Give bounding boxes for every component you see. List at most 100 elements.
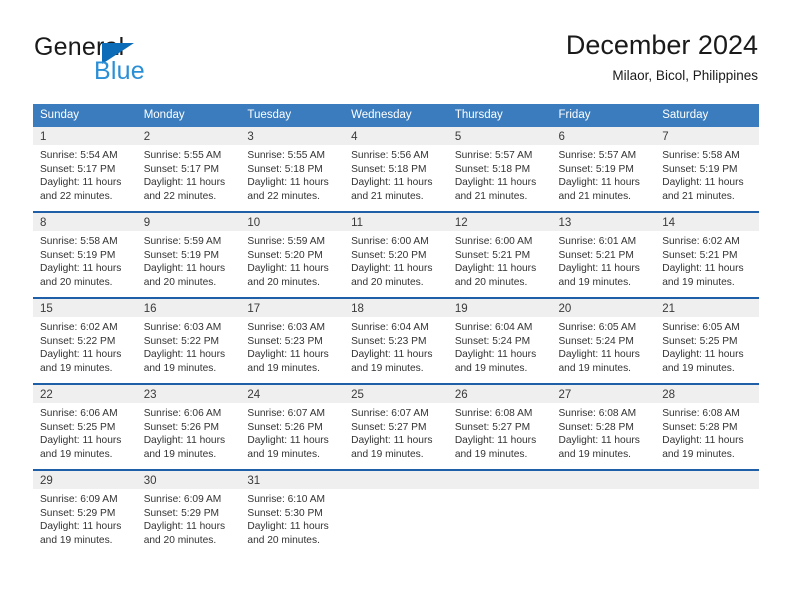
day-number: 31 [240,471,345,489]
calendar-day-cell[interactable]: 27 Sunrise: 6:08 AM Sunset: 5:28 PM Dayl… [551,383,656,470]
calendar-day-cell[interactable]: 4 Sunrise: 5:56 AM Sunset: 5:18 PM Dayli… [344,127,448,212]
sunset-line: Sunset: 5:25 PM [40,421,116,433]
day-number: 30 [136,471,241,489]
sunset-line: Sunset: 5:24 PM [558,335,634,347]
calendar-day-cell[interactable]: 22 Sunrise: 6:06 AM Sunset: 5:25 PM Dayl… [33,383,137,470]
sunrise-line: Sunrise: 6:08 AM [454,408,533,419]
calendar-day-cell[interactable]: 15 Sunrise: 6:02 AM Sunset: 5:22 PM Dayl… [33,297,137,384]
calendar-day-cell[interactable]: 14 Sunrise: 6:02 AM Sunset: 5:21 PM Dayl… [655,211,759,298]
sunset-line: Sunset: 5:28 PM [662,421,738,433]
calendar-day-cell[interactable]: 20 Sunrise: 6:05 AM Sunset: 5:24 PM Dayl… [551,297,656,384]
logo-text-blue: Blue [94,57,145,85]
sunset-line: Sunset: 5:19 PM [662,163,738,175]
weekday-header-tuesday: Tuesday [240,104,345,127]
day-details: Sunrise: 6:08 AM Sunset: 5:28 PM Dayligh… [552,403,656,461]
day-number: 11 [344,213,448,231]
daylight-line: Daylight: 11 hours and 22 minutes. [40,177,122,202]
calendar-day-cell[interactable]: 30 Sunrise: 6:09 AM Sunset: 5:29 PM Dayl… [136,469,241,555]
daylight-line: Daylight: 11 hours and 22 minutes. [247,177,329,202]
calendar-day-cell[interactable]: 28 Sunrise: 6:08 AM Sunset: 5:28 PM Dayl… [655,383,759,470]
calendar-day-cell[interactable]: 9 Sunrise: 5:59 AM Sunset: 5:19 PM Dayli… [136,211,241,298]
calendar-day-cell[interactable]: 25 Sunrise: 6:07 AM Sunset: 5:27 PM Dayl… [344,383,448,470]
general-blue-logo[interactable]: General Blue [34,33,274,89]
calendar-day-cell[interactable]: 3 Sunrise: 5:55 AM Sunset: 5:18 PM Dayli… [240,127,345,212]
day-number [447,471,552,489]
daylight-line: Daylight: 11 hours and 20 minutes. [351,263,433,288]
day-details: Sunrise: 6:02 AM Sunset: 5:22 PM Dayligh… [33,317,137,375]
calendar-body: 1 Sunrise: 5:54 AM Sunset: 5:17 PM Dayli… [33,127,759,555]
calendar-day-cell[interactable]: 12 Sunrise: 6:00 AM Sunset: 5:21 PM Dayl… [447,211,552,298]
calendar-day-cell[interactable]: 5 Sunrise: 5:57 AM Sunset: 5:18 PM Dayli… [447,127,552,212]
daylight-line: Daylight: 11 hours and 19 minutes. [247,435,329,460]
daylight-line: Daylight: 11 hours and 19 minutes. [662,435,744,460]
calendar-day-cell[interactable]: 10 Sunrise: 5:59 AM Sunset: 5:20 PM Dayl… [240,211,345,298]
sunset-line: Sunset: 5:18 PM [351,163,427,175]
calendar-day-cell[interactable]: 18 Sunrise: 6:04 AM Sunset: 5:23 PM Dayl… [344,297,448,384]
day-number: 22 [33,385,137,403]
calendar-day-cell[interactable]: 16 Sunrise: 6:03 AM Sunset: 5:22 PM Dayl… [136,297,241,384]
sunset-line: Sunset: 5:20 PM [351,249,427,261]
daylight-line: Daylight: 11 hours and 22 minutes. [143,177,226,202]
calendar-day-cell[interactable]: 17 Sunrise: 6:03 AM Sunset: 5:23 PM Dayl… [240,297,345,384]
day-number: 12 [447,213,552,231]
day-number: 29 [33,471,137,489]
sunrise-line: Sunrise: 5:54 AM [40,150,118,161]
day-number: 19 [447,299,552,317]
sunrise-line: Sunrise: 6:04 AM [454,322,533,333]
sunset-line: Sunset: 5:26 PM [247,421,323,433]
daylight-line: Daylight: 11 hours and 19 minutes. [143,349,226,374]
sunrise-line: Sunrise: 6:09 AM [40,494,118,505]
day-details: Sunrise: 6:10 AM Sunset: 5:30 PM Dayligh… [240,489,344,547]
calendar-day-cell[interactable]: 31 Sunrise: 6:10 AM Sunset: 5:30 PM Dayl… [240,469,345,555]
calendar-week-row: 29 Sunrise: 6:09 AM Sunset: 5:29 PM Dayl… [33,469,759,555]
daylight-line: Daylight: 11 hours and 19 minutes. [40,521,122,546]
calendar-day-cell[interactable]: 21 Sunrise: 6:05 AM Sunset: 5:25 PM Dayl… [655,297,759,384]
daylight-line: Daylight: 11 hours and 19 minutes. [454,349,537,374]
calendar-day-cell[interactable]: 13 Sunrise: 6:01 AM Sunset: 5:21 PM Dayl… [551,211,656,298]
sunrise-line: Sunrise: 6:05 AM [662,322,740,333]
day-number: 14 [655,213,759,231]
daylight-line: Daylight: 11 hours and 19 minutes. [662,263,744,288]
calendar-day-cell[interactable]: 11 Sunrise: 6:00 AM Sunset: 5:20 PM Dayl… [344,211,448,298]
sunrise-line: Sunrise: 5:57 AM [558,150,637,161]
calendar-day-cell[interactable]: 23 Sunrise: 6:06 AM Sunset: 5:26 PM Dayl… [136,383,241,470]
calendar-day-cell[interactable]: 7 Sunrise: 5:58 AM Sunset: 5:19 PM Dayli… [655,127,759,212]
day-number: 20 [551,299,656,317]
day-details: Sunrise: 6:00 AM Sunset: 5:21 PM Dayligh… [448,231,552,289]
sunset-line: Sunset: 5:17 PM [143,163,220,175]
day-number: 9 [136,213,241,231]
day-number: 2 [136,127,241,145]
day-number: 6 [551,127,656,145]
daylight-line: Daylight: 11 hours and 19 minutes. [40,349,122,374]
daylight-line: Daylight: 11 hours and 19 minutes. [454,435,537,460]
sunrise-line: Sunrise: 6:02 AM [40,322,118,333]
day-number: 23 [136,385,241,403]
day-number: 18 [344,299,448,317]
weekday-header-monday: Monday [136,104,241,127]
calendar-day-cell[interactable]: 29 Sunrise: 6:09 AM Sunset: 5:29 PM Dayl… [33,469,137,555]
calendar-day-cell[interactable]: 8 Sunrise: 5:58 AM Sunset: 5:19 PM Dayli… [33,211,137,298]
sunrise-line: Sunrise: 5:55 AM [143,150,222,161]
day-number: 21 [655,299,759,317]
calendar-day-cell[interactable]: 2 Sunrise: 5:55 AM Sunset: 5:17 PM Dayli… [136,127,241,212]
sunset-line: Sunset: 5:20 PM [247,249,323,261]
day-details: Sunrise: 5:57 AM Sunset: 5:19 PM Dayligh… [552,145,656,203]
sunset-line: Sunset: 5:17 PM [40,163,116,175]
day-details: Sunrise: 5:58 AM Sunset: 5:19 PM Dayligh… [33,231,137,289]
calendar-day-cell[interactable]: 19 Sunrise: 6:04 AM Sunset: 5:24 PM Dayl… [447,297,552,384]
day-details: Sunrise: 5:55 AM Sunset: 5:18 PM Dayligh… [240,145,344,203]
calendar-day-cell[interactable]: 24 Sunrise: 6:07 AM Sunset: 5:26 PM Dayl… [240,383,345,470]
daylight-line: Daylight: 11 hours and 21 minutes. [454,177,537,202]
sunrise-line: Sunrise: 6:05 AM [558,322,637,333]
sunset-line: Sunset: 5:22 PM [40,335,116,347]
calendar-week-row: 1 Sunrise: 5:54 AM Sunset: 5:17 PM Dayli… [33,127,759,212]
sunrise-sunset-calendar: Sunday Monday Tuesday Wednesday Thursday… [33,104,759,555]
day-number [344,471,448,489]
calendar-day-cell[interactable]: 26 Sunrise: 6:08 AM Sunset: 5:27 PM Dayl… [447,383,552,470]
calendar-day-cell[interactable]: 6 Sunrise: 5:57 AM Sunset: 5:19 PM Dayli… [551,127,656,212]
sunrise-line: Sunrise: 5:56 AM [351,150,429,161]
sunset-line: Sunset: 5:19 PM [558,163,634,175]
calendar-day-cell[interactable]: 1 Sunrise: 5:54 AM Sunset: 5:17 PM Dayli… [33,127,137,212]
sunrise-line: Sunrise: 6:02 AM [662,236,740,247]
day-details: Sunrise: 6:05 AM Sunset: 5:25 PM Dayligh… [655,317,759,375]
